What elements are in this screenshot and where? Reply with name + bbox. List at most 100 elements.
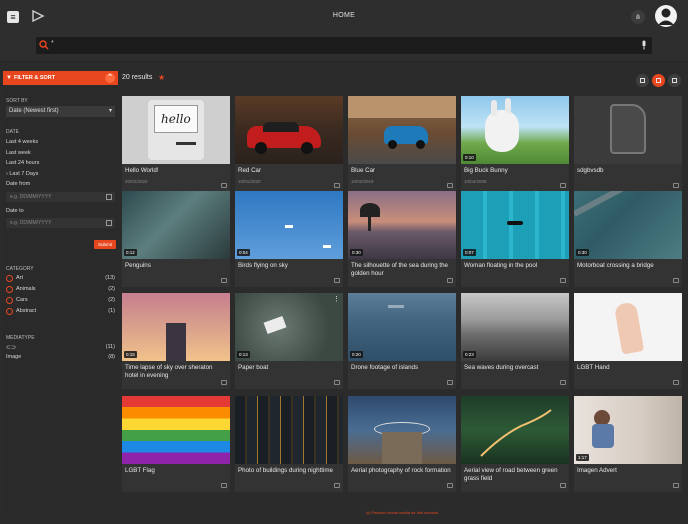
- tile-view-icon[interactable]: [668, 74, 681, 87]
- card-title: Birds flying on sky: [238, 262, 288, 269]
- card-title: Hello World!: [125, 167, 159, 174]
- thumbnail[interactable]: [235, 396, 343, 464]
- media-card[interactable]: 0:23 Sea waves during overcast: [461, 293, 569, 389]
- thumbnail[interactable]: 1:17: [574, 396, 682, 464]
- mediatype-name: Image: [6, 354, 22, 360]
- thumbnail[interactable]: [574, 96, 682, 164]
- thumbnail[interactable]: [348, 396, 456, 464]
- media-card[interactable]: hello Hello World! 20/02/2020: [122, 96, 230, 192]
- duration-badge: 0:07: [463, 249, 476, 256]
- thumbnail[interactable]: [348, 96, 456, 164]
- category-item-animals[interactable]: Animals (2): [6, 285, 115, 295]
- media-card[interactable]: 0:04 Birds flying on sky: [235, 191, 343, 287]
- radio-icon[interactable]: [6, 297, 13, 304]
- media-card[interactable]: 0:30 Motorboat crossing a bridge: [574, 191, 682, 287]
- file-icon: [610, 104, 646, 154]
- category-count: (2): [108, 286, 115, 292]
- calendar-icon[interactable]: [106, 220, 112, 226]
- date-option[interactable]: Last 4 weeks: [3, 137, 118, 148]
- filter-sidebar: ▼ FILTER & SORT ⌃ SORT BY Date (Newest f…: [3, 71, 118, 519]
- thumbnail[interactable]: 0:20: [348, 293, 456, 361]
- date-to-input[interactable]: e.g. DD/MM/YYYY: [6, 218, 115, 228]
- calendar-icon[interactable]: [106, 193, 112, 200]
- video-type-icon: [447, 278, 453, 283]
- card-date: 10/04/2008: [464, 179, 487, 184]
- card-title: Imagen Advert: [577, 467, 617, 474]
- more-vertical-icon[interactable]: ⋮: [333, 295, 340, 303]
- media-card[interactable]: LGBT Flag: [122, 396, 230, 492]
- chevron-up-icon[interactable]: ⌃: [105, 73, 115, 83]
- media-card[interactable]: 1:17 Imagen Advert: [574, 396, 682, 492]
- thumbnail[interactable]: [122, 396, 230, 464]
- list-view-icon[interactable]: [636, 74, 649, 87]
- thumbnail[interactable]: 0:30: [574, 191, 682, 259]
- thumbnail[interactable]: 0:04: [235, 191, 343, 259]
- media-card[interactable]: 0:30 The silhouette of the sea during th…: [348, 191, 456, 287]
- category-count: (13): [105, 275, 115, 281]
- submit-button[interactable]: Submit: [94, 240, 116, 249]
- media-card[interactable]: Red Car 10/01/2020: [235, 96, 343, 192]
- date-option[interactable]: Last week: [3, 148, 118, 159]
- thumbnail[interactable]: 0:15: [122, 293, 230, 361]
- media-card[interactable]: LGBT Hand: [574, 293, 682, 389]
- date-option[interactable]: Last 24 hours: [3, 158, 118, 169]
- thumbnail[interactable]: ⋮ 0:13: [235, 293, 343, 361]
- media-card[interactable]: 0:12 Penguins: [122, 191, 230, 287]
- media-card[interactable]: Aerial photography of rock formation: [348, 396, 456, 492]
- category-name: Animals: [16, 286, 36, 292]
- mediatype-count: (8): [108, 354, 115, 360]
- media-card[interactable]: Blue Car 10/02/2019: [348, 96, 456, 192]
- category-item-cars[interactable]: Cars (2): [6, 296, 115, 306]
- media-card[interactable]: ⋮ 0:13 Paper boat: [235, 293, 343, 389]
- radio-icon[interactable]: [6, 308, 13, 315]
- video-link-icon: ⊂⊃: [6, 345, 17, 351]
- video-type-icon: [334, 380, 340, 385]
- media-card[interactable]: 0:10 Big Buck Bunny 10/04/2008: [461, 96, 569, 192]
- filter-sort-header[interactable]: ▼ FILTER & SORT ⌃: [3, 71, 118, 85]
- sort-by-label: SORT BY: [6, 98, 28, 104]
- date-option-selected[interactable]: › Last 7 Days: [3, 169, 118, 180]
- sort-select[interactable]: Date (Newest first) ▾: [6, 106, 115, 117]
- video-type-icon: [334, 278, 340, 283]
- thumbnail[interactable]: [461, 396, 569, 464]
- card-title: Woman floating in the pool: [464, 262, 538, 269]
- bell-icon[interactable]: [631, 10, 645, 24]
- card-title: The silhouette of the sea during the gol…: [351, 262, 449, 277]
- road-illustration: [480, 409, 552, 457]
- card-title: Aerial photography of rock formation: [351, 467, 451, 474]
- category-item-abstract[interactable]: Abstract (1): [6, 307, 115, 317]
- media-card[interactable]: Aerial view of road between green grass …: [461, 396, 569, 492]
- thumbnail[interactable]: 0:23: [461, 293, 569, 361]
- media-card[interactable]: Photo of buildings during nighttime: [235, 396, 343, 492]
- media-card[interactable]: 0:15 Time lapse of sky over sheraton hot…: [122, 293, 230, 389]
- card-title: Red Car: [238, 167, 262, 174]
- thumbnail[interactable]: hello: [122, 96, 230, 164]
- date-from-input[interactable]: e.g. DD/MM/YYYY: [6, 191, 115, 202]
- thumbnail[interactable]: [574, 293, 682, 361]
- mediatype-item-video[interactable]: ⊂⊃ (11): [6, 343, 115, 353]
- category-count: (2): [108, 297, 115, 303]
- thumbnail[interactable]: 0:07: [461, 191, 569, 259]
- image-type-icon: [673, 380, 679, 385]
- date-to-placeholder: e.g. DD/MM/YYYY: [10, 220, 52, 226]
- thumbnail[interactable]: 0:30: [348, 191, 456, 259]
- avatar[interactable]: [655, 5, 677, 27]
- thumbnail[interactable]: 0:10: [461, 96, 569, 164]
- grid-view-icon[interactable]: [652, 74, 665, 87]
- category-item-art[interactable]: Art (13): [6, 274, 115, 284]
- card-title: Time lapse of sky over sheraton hotel in…: [125, 364, 213, 379]
- image-type-icon: [447, 483, 453, 488]
- mediatype-item-image[interactable]: Image (8): [6, 353, 115, 363]
- search-value: *: [51, 40, 54, 47]
- star-icon[interactable]: ★: [158, 73, 165, 82]
- thumbnail[interactable]: 0:12: [122, 191, 230, 259]
- radio-icon[interactable]: [6, 275, 13, 282]
- microphone-icon[interactable]: [641, 40, 647, 50]
- radio-icon[interactable]: [6, 286, 13, 293]
- media-card[interactable]: 0:07 Woman floating in the pool: [461, 191, 569, 287]
- search-input[interactable]: *: [36, 37, 652, 54]
- card-title: Motorboat crossing a bridge: [577, 262, 654, 269]
- thumbnail[interactable]: [235, 96, 343, 164]
- media-card[interactable]: sdgbvsdb: [574, 96, 682, 192]
- media-card[interactable]: 0:20 Drone footage of islands: [348, 293, 456, 389]
